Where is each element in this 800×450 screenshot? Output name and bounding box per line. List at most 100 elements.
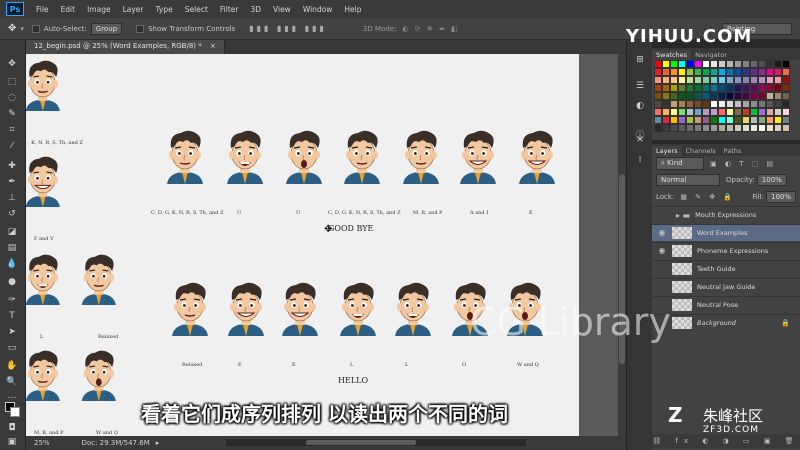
- color-swatch[interactable]: [670, 84, 678, 92]
- lock-icons[interactable]: ▦ ✎ ✥ 🔒: [680, 193, 735, 201]
- color-swatch[interactable]: [670, 116, 678, 124]
- color-swatch[interactable]: [654, 100, 662, 108]
- color-swatch[interactable]: [718, 84, 726, 92]
- vertical-scrollbar[interactable]: [618, 54, 626, 436]
- quick-mask-icon[interactable]: ◘: [4, 422, 20, 434]
- color-swatch[interactable]: [694, 60, 702, 68]
- color-swatch[interactable]: [694, 108, 702, 116]
- color-swatch[interactable]: [702, 76, 710, 84]
- menu-type[interactable]: Type: [150, 5, 179, 14]
- color-swatch[interactable]: [694, 84, 702, 92]
- visibility-eye-icon[interactable]: ◉: [656, 245, 668, 257]
- zoom-tool-icon[interactable]: 🔍: [4, 376, 20, 388]
- color-swatch[interactable]: [774, 84, 782, 92]
- color-swatch[interactable]: [734, 100, 742, 108]
- visibility-eye-icon[interactable]: [656, 263, 668, 275]
- color-swatch[interactable]: [654, 116, 662, 124]
- shape-tool-icon[interactable]: ▭: [4, 342, 20, 354]
- color-swatch[interactable]: [678, 76, 686, 84]
- extras-icon[interactable]: …: [4, 390, 20, 402]
- color-swatch[interactable]: [750, 84, 758, 92]
- color-swatch[interactable]: [686, 76, 694, 84]
- color-swatch[interactable]: [694, 76, 702, 84]
- color-swatch[interactable]: [670, 108, 678, 116]
- layer-row[interactable]: Neutral Jaw Guide: [652, 278, 800, 295]
- color-swatch[interactable]: [750, 116, 758, 124]
- dodge-tool-icon[interactable]: ●: [4, 276, 20, 288]
- screen-mode-icon[interactable]: ▣: [4, 436, 20, 448]
- color-swatch[interactable]: [766, 84, 774, 92]
- color-swatch[interactable]: [742, 108, 750, 116]
- menu-3d[interactable]: 3D: [244, 5, 267, 14]
- align-icons[interactable]: ▮▮▮ ▮▮▮ ▮▮▮: [249, 24, 327, 33]
- color-swatch[interactable]: [734, 60, 742, 68]
- 3d-mode-icons[interactable]: ◐ ⟳ ✥ ⬌ ◧: [402, 25, 459, 33]
- layer-row[interactable]: Teeth Guide: [652, 260, 800, 277]
- color-swatch[interactable]: [726, 100, 734, 108]
- color-swatch[interactable]: [686, 60, 694, 68]
- color-swatch[interactable]: [678, 92, 686, 100]
- color-swatch[interactable]: [726, 84, 734, 92]
- layer-row[interactable]: Neutral Pose: [652, 296, 800, 313]
- color-swatch[interactable]: [726, 116, 734, 124]
- menu-filter[interactable]: Filter: [214, 5, 245, 14]
- color-swatch[interactable]: [702, 116, 710, 124]
- color-swatch[interactable]: [758, 116, 766, 124]
- color-swatch[interactable]: [742, 60, 750, 68]
- hand-tool-icon[interactable]: ✋: [4, 360, 20, 372]
- color-swatch[interactable]: [766, 68, 774, 76]
- color-swatch[interactable]: [702, 68, 710, 76]
- color-swatch[interactable]: [774, 116, 782, 124]
- color-swatch[interactable]: [686, 84, 694, 92]
- color-swatch[interactable]: [758, 100, 766, 108]
- color-swatch[interactable]: [654, 124, 662, 132]
- color-swatch[interactable]: [758, 124, 766, 132]
- color-swatch[interactable]: [726, 76, 734, 84]
- color-swatch[interactable]: [734, 116, 742, 124]
- color-swatch[interactable]: [726, 108, 734, 116]
- color-swatch[interactable]: [662, 68, 670, 76]
- color-swatch[interactable]: [702, 124, 710, 132]
- eraser-tool-icon[interactable]: ◪: [4, 226, 20, 238]
- color-swatch[interactable]: [726, 68, 734, 76]
- fill-field[interactable]: 100%: [765, 191, 796, 203]
- color-swatch[interactable]: [734, 68, 742, 76]
- color-swatch[interactable]: [750, 92, 758, 100]
- color-swatch[interactable]: [710, 60, 718, 68]
- color-swatch[interactable]: [726, 124, 734, 132]
- history-panel-icon[interactable]: ⊞: [633, 54, 647, 66]
- color-swatch[interactable]: [678, 108, 686, 116]
- color-swatch[interactable]: [678, 68, 686, 76]
- color-swatch[interactable]: [782, 60, 790, 68]
- color-swatch[interactable]: [734, 92, 742, 100]
- color-swatch[interactable]: [678, 124, 686, 132]
- color-swatch[interactable]: [686, 68, 694, 76]
- menu-help[interactable]: Help: [338, 5, 367, 14]
- color-swatch[interactable]: [662, 60, 670, 68]
- visibility-eye-icon[interactable]: ◉: [656, 227, 668, 239]
- color-swatch[interactable]: [702, 108, 710, 116]
- color-swatch[interactable]: [750, 100, 758, 108]
- color-swatch[interactable]: [734, 84, 742, 92]
- color-swatch[interactable]: [774, 124, 782, 132]
- color-swatch[interactable]: [734, 124, 742, 132]
- move-tool-icon[interactable]: ✥: [4, 58, 20, 70]
- show-transform-checkbox[interactable]: [136, 24, 145, 33]
- color-swatch[interactable]: [662, 108, 670, 116]
- color-swatch[interactable]: [774, 60, 782, 68]
- color-swatch[interactable]: [766, 116, 774, 124]
- tab-swatches[interactable]: Swatches: [652, 50, 692, 60]
- visibility-eye-icon[interactable]: [656, 209, 668, 221]
- clone-stamp-icon[interactable]: ⊥: [4, 192, 20, 204]
- color-swatch[interactable]: [766, 100, 774, 108]
- color-swatch[interactable]: [702, 60, 710, 68]
- color-swatch[interactable]: [710, 76, 718, 84]
- color-swatch[interactable]: [758, 108, 766, 116]
- color-swatch[interactable]: [718, 76, 726, 84]
- auto-select-dropdown[interactable]: Group: [90, 22, 123, 35]
- color-swatch[interactable]: [766, 108, 774, 116]
- status-arrow-icon[interactable]: ▸: [156, 439, 160, 447]
- layer-row[interactable]: Background 🔒: [652, 314, 800, 331]
- blend-mode-dropdown[interactable]: Normal: [656, 174, 720, 186]
- color-swatch[interactable]: [678, 116, 686, 124]
